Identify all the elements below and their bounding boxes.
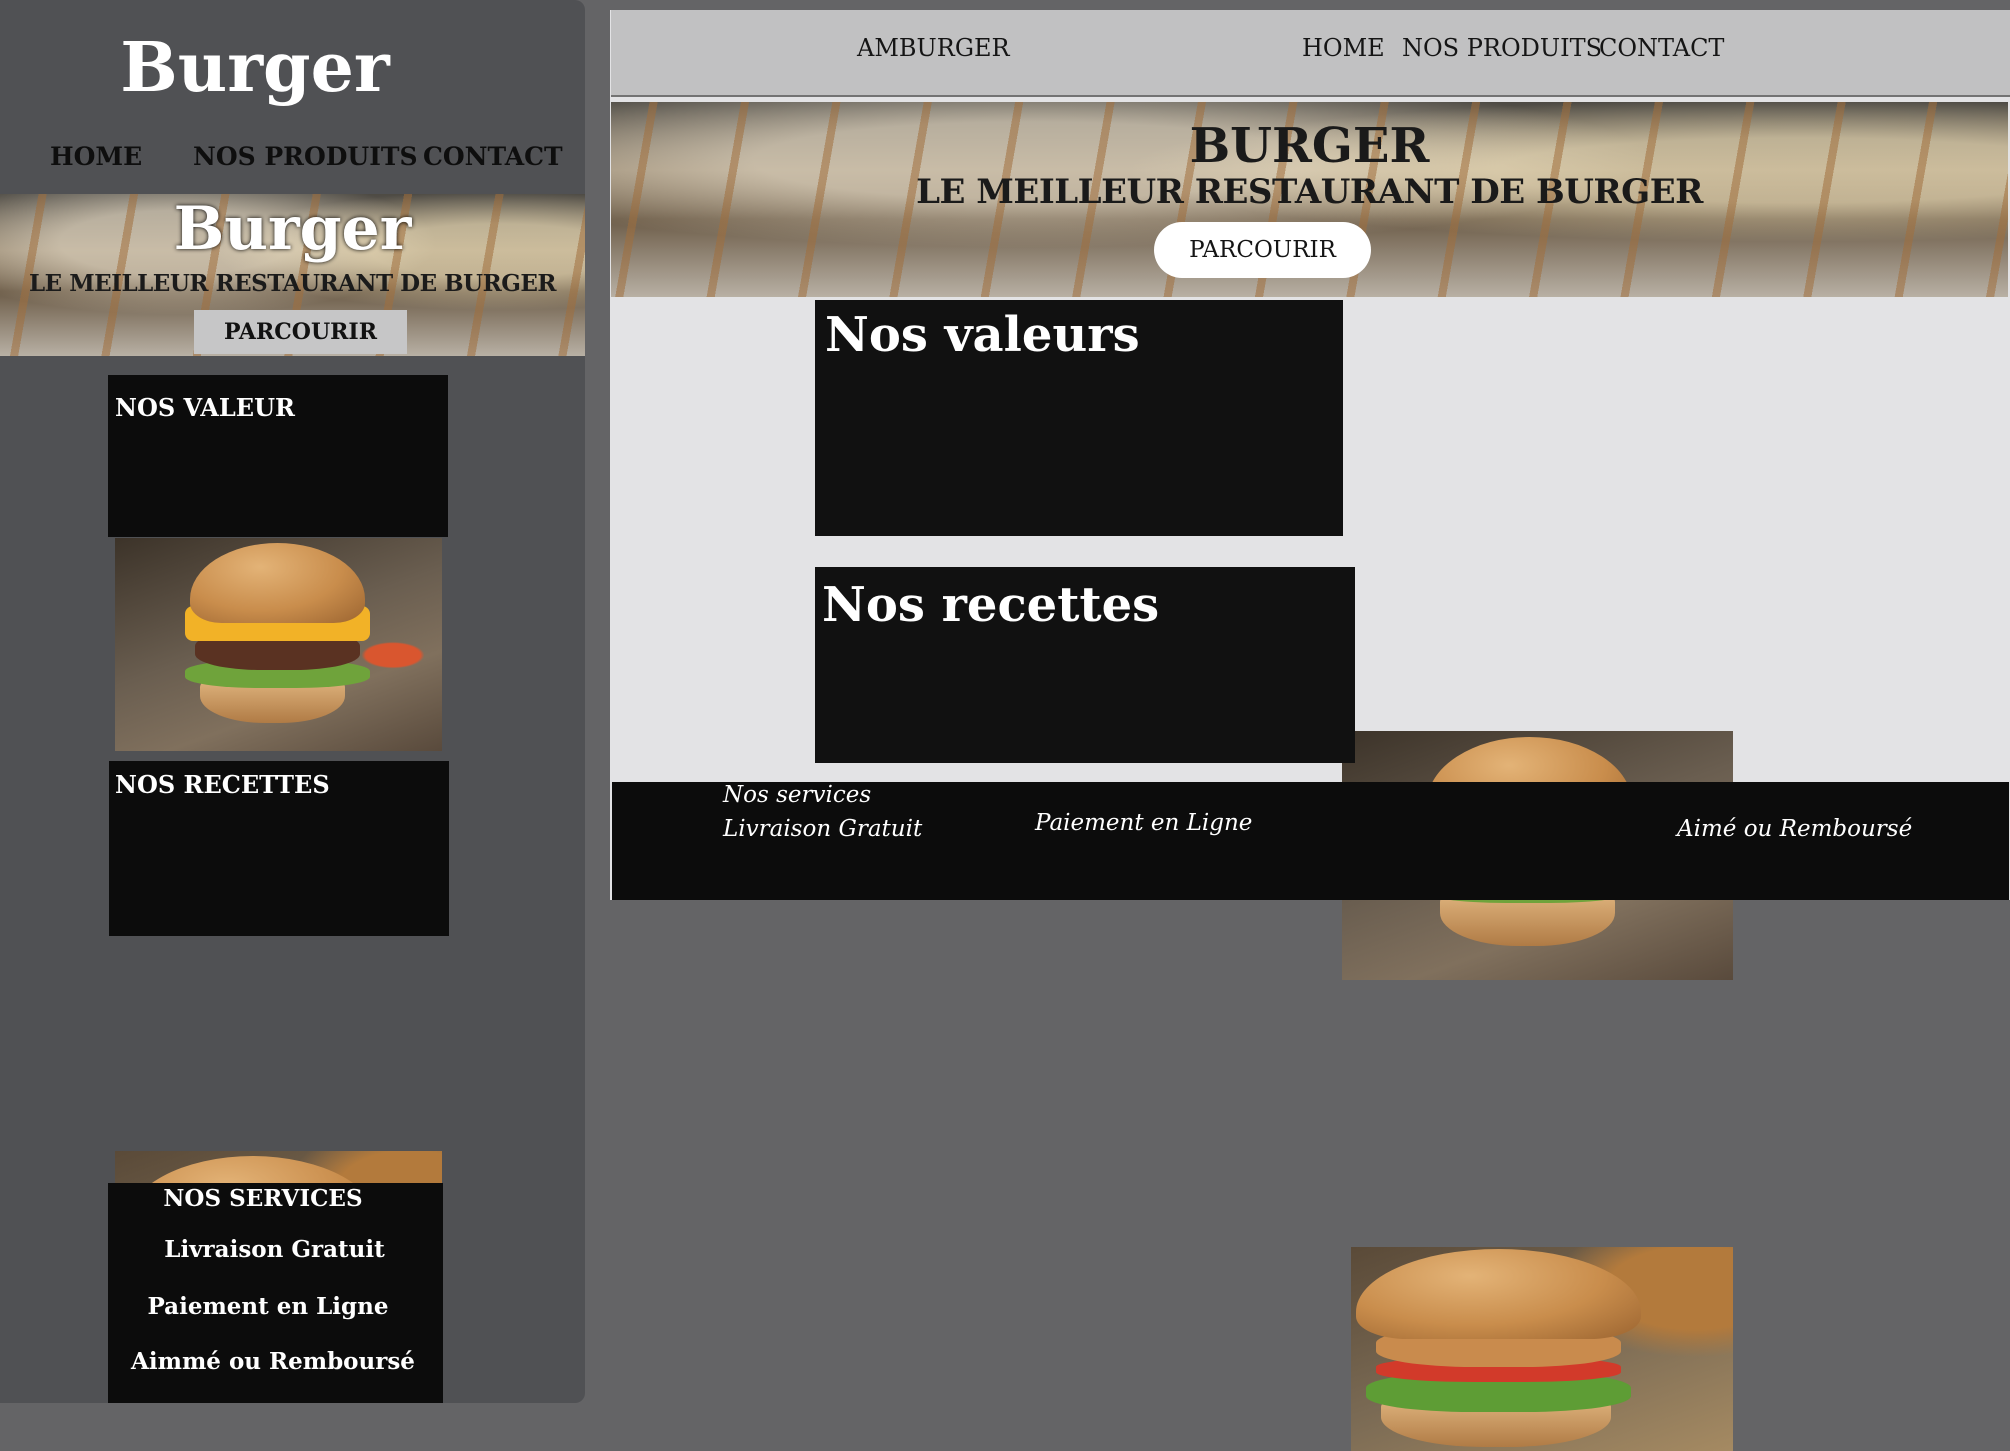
desktop-footer-title: Nos services (723, 782, 872, 808)
mobile-services-title: NOS SERVICES (163, 1185, 363, 1212)
mobile-parcourir-button[interactable]: PARCOURIR (194, 310, 407, 354)
desktop-valeurs-title: Nos valeurs (825, 307, 1140, 363)
desktop-burger-image-2 (1351, 1247, 1733, 1451)
desktop-brand[interactable]: AMBURGER (857, 34, 1010, 62)
desktop-hero-subtitle: LE MEILLEUR RESTAURANT DE BURGER (916, 172, 1703, 212)
mobile-recettes-title: NOS RECETTES (115, 770, 330, 799)
desktop-nav-home[interactable]: HOME (1302, 34, 1385, 62)
mobile-service-livraison: Livraison Gratuit (164, 1236, 385, 1263)
mobile-nav-produits[interactable]: NOS PRODUITS (193, 142, 418, 171)
mobile-nav-home[interactable]: HOME (50, 142, 142, 171)
desktop-nav-produits[interactable]: NOS PRODUITS (1402, 34, 1602, 62)
mobile-nav-contact[interactable]: CONTACT (423, 142, 563, 171)
mobile-valeur-title: NOS VALEUR (115, 393, 295, 422)
desktop-recettes-title: Nos recettes (822, 577, 1160, 633)
mobile-burger-image-1 (115, 538, 442, 751)
desktop-hero-title: BURGER (1189, 118, 1430, 174)
desktop-footer-livraison: Livraison Gratuit (723, 816, 923, 842)
mobile-service-paiement: Paiement en Ligne (147, 1293, 389, 1320)
desktop-footer-paiement: Paiement en Ligne (1035, 810, 1253, 836)
mobile-hero-subtitle: LE MEILLEUR RESTAURANT DE BURGER (28, 270, 557, 297)
desktop-footer-rembourse: Aimé ou Remboursé (1677, 816, 1913, 842)
mobile-service-rembourse: Aimmé ou Remboursé (131, 1348, 415, 1375)
desktop-parcourir-button[interactable]: PARCOURIR (1154, 222, 1371, 278)
mobile-site-title: Burger (120, 28, 390, 108)
mobile-hero-title: Burger (173, 194, 412, 264)
desktop-nav-contact[interactable]: CONTACT (1599, 34, 1724, 62)
